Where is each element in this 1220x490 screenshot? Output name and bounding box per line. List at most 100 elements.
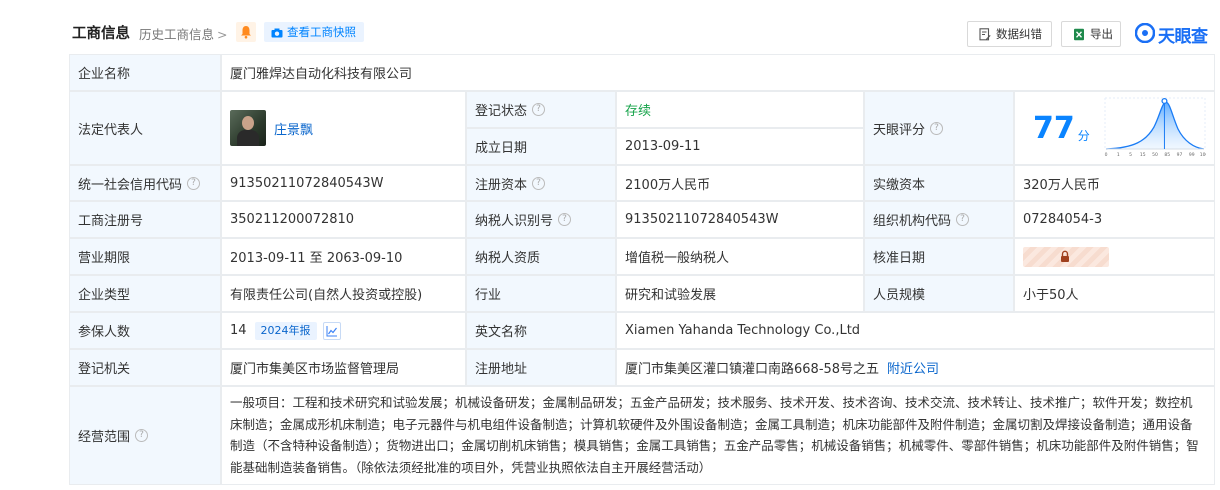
locked-value[interactable] [1023,246,1109,267]
document-edit-icon [979,28,991,41]
value-credit-code: 91350211072840543W [221,165,466,201]
chevron-right-icon: > [217,27,228,42]
label-taxpayer-qual: 纳税人资质 [466,238,616,275]
value-english-name: Xiamen Yahanda Technology Co.,Ltd [616,312,1215,349]
score-tick-label: 99 [1189,152,1195,158]
value-reg-status: 存续 [616,91,864,128]
lock-icon [1061,250,1069,262]
view-snapshot-button[interactable]: 查看工商快照 [264,22,364,42]
insured-trend-button[interactable] [322,321,341,340]
monitor-bell-button[interactable] [236,22,256,42]
value-taxpayer-id: 91350211072840543W [616,201,864,238]
insured-cell: 14 2024年报 [221,312,466,349]
label-reg-status-text: 登记状态 [475,104,528,119]
export-button[interactable]: 导出 [1061,21,1121,47]
section-header: 工商信息 历史工商信息 > 查看工商快照 数据纠错 导出 天眼查 [0,0,1220,48]
score-tick-label: 97 [1176,152,1182,158]
score-unit: 分 [1077,128,1090,143]
data-correction-label: 数据纠错 [996,27,1042,41]
value-reg-number: 350211200072810 [221,201,466,238]
value-business-term: 2013-09-11 至 2063-09-10 [221,238,466,275]
section-title: 工商信息 [72,26,130,42]
value-business-scope: 一般项目：工程和技术研究和试验发展；机械设备研发；金属制品研发；五金产品研发；技… [230,395,1199,475]
question-circle-icon[interactable]: ? [930,121,944,135]
label-reg-capital-text: 注册资本 [475,177,528,193]
annual-report-badge[interactable]: 2024年报 [254,321,317,340]
approval-date-cell [1014,238,1215,275]
question-circle-icon[interactable]: ? [558,213,572,226]
question-circle-icon[interactable]: ? [956,213,970,226]
logo-text: 天眼查 [1158,27,1208,47]
reg-address-cell: 厦门市集美区灌口镇灌口南路668-58号之五 附近公司 [616,349,1215,386]
logo-mark-icon [1135,23,1155,43]
label-org-code: 组织机构代码? [864,201,1014,238]
label-paid-capital: 实缴资本 [864,165,1014,201]
excel-export-icon [1074,28,1084,41]
score-tick-label: 100 [1199,152,1205,158]
value-staff-size: 小于50人 [1014,275,1215,312]
label-reg-capital: 注册资本? [466,165,616,201]
label-tianyan-score-text: 天眼评分 [873,122,926,138]
value-paid-capital: 320万人民币 [1014,165,1215,201]
value-established: 2013-09-11 [616,128,864,165]
export-label: 导出 [1090,27,1113,41]
question-circle-icon[interactable]: ? [187,176,201,190]
camera-icon [271,28,283,38]
value-taxpayer-qual: 增值税一般纳税人 [616,238,864,275]
score-distribution-chart: 0151550859799100 [1104,97,1206,158]
label-approval-date: 核准日期 [864,238,1014,275]
label-credit-code: 统一社会信用代码? [69,165,221,201]
question-circle-icon[interactable]: ? [135,429,149,442]
history-info-label: 历史工商信息 [139,27,215,42]
label-taxpayer-id-text: 纳税人识别号 [475,214,554,229]
label-company-type: 企业类型 [69,275,221,312]
value-company-type: 有限责任公司(自然人投资或控股) [221,275,466,312]
nearby-companies-link[interactable]: 附近公司 [887,358,939,377]
label-industry: 行业 [466,275,616,312]
legal-rep-cell: 庄景飘 [221,91,466,165]
score-tick-label: 5 [1129,152,1132,158]
legal-rep-avatar[interactable] [230,110,266,146]
score-tick-label: 0 [1104,152,1107,158]
label-legal-rep: 法定代表人 [69,91,221,165]
value-reg-address: 厦门市集美区灌口镇灌口南路668-58号之五 [625,362,880,377]
tianyan-score-cell[interactable]: 77 分 0151550859799100 [1014,91,1215,165]
label-business-term: 营业期限 [69,238,221,275]
value-industry: 研究和试验发展 [616,275,864,312]
label-reg-address: 注册地址 [466,349,616,386]
score-tick-label: 85 [1164,152,1170,158]
label-reg-status: 登记状态? [466,91,616,128]
value-company-name: 厦门雅焊达自动化科技有限公司 [221,54,1215,91]
history-info-link[interactable]: 历史工商信息 > [139,24,228,43]
label-credit-code-text: 统一社会信用代码 [78,177,183,193]
score-tick-label: 15 [1140,152,1146,158]
question-circle-icon[interactable]: ? [532,176,546,190]
value-insured: 14 [230,323,247,338]
business-info-table: 企业名称 厦门雅焊达自动化科技有限公司 法定代表人 庄景飘 登记状态? 存续 成… [69,54,1216,486]
label-english-name: 英文名称 [466,312,616,349]
score-tick-label: 1 [1117,152,1120,158]
value-reg-capital: 2100万人民币 [616,165,864,201]
trend-chart-icon [326,325,337,336]
label-reg-number: 工商注册号 [69,201,221,238]
score-tick-label: 50 [1152,152,1158,158]
label-established: 成立日期 [466,128,616,165]
value-org-code: 07284054-3 [1014,201,1215,238]
legal-rep-link[interactable]: 庄景飘 [274,119,313,138]
label-tianyan-score: 天眼评分? [864,91,1014,165]
label-taxpayer-id: 纳税人识别号? [466,201,616,238]
label-business-scope-text: 经营范围 [78,430,131,445]
question-circle-icon[interactable]: ? [532,103,546,116]
label-staff-size: 人员规模 [864,275,1014,312]
label-insured: 参保人数 [69,312,221,349]
label-business-scope: 经营范围? [69,386,221,485]
value-reg-authority: 厦门市集美区市场监督管理局 [221,349,466,386]
data-correction-button[interactable]: 数据纠错 [967,21,1052,47]
business-scope-cell: 一般项目：工程和技术研究和试验发展；机械设备研发；金属制品研发；五金产品研发；技… [221,386,1215,485]
label-reg-authority: 登记机关 [69,349,221,386]
tianyancha-logo: 天眼查 [1135,22,1215,47]
view-snapshot-label: 查看工商快照 [287,25,356,39]
score-value: 77 [1033,110,1075,146]
bell-icon [241,26,251,39]
label-company-name: 企业名称 [69,54,221,91]
